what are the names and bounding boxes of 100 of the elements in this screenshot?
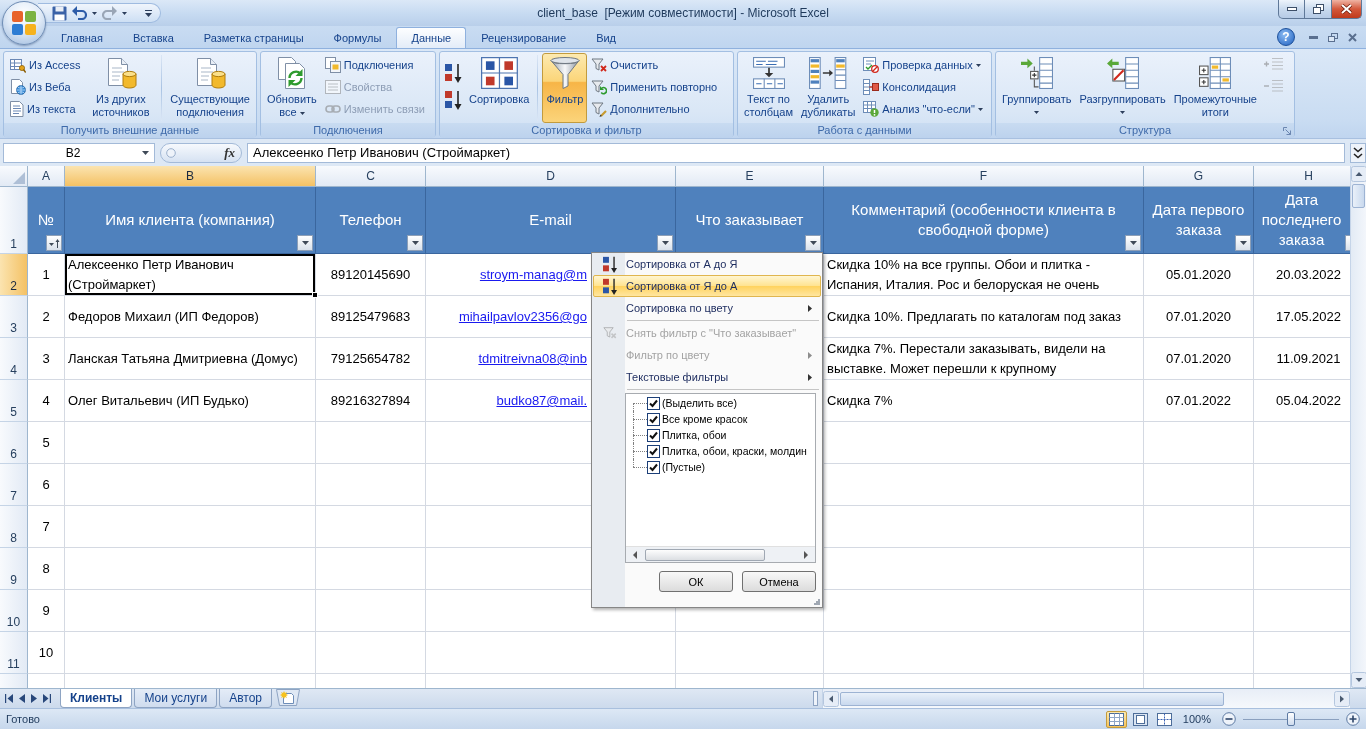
name-box[interactable]: B2 <box>3 142 155 163</box>
ribbon-button[interactable]: Дополнительно <box>587 98 722 120</box>
ribbon-button[interactable]: Текст по столбцам <box>740 53 797 123</box>
close-icon[interactable] <box>1348 32 1357 42</box>
caret-icon[interactable] <box>122 11 127 15</box>
last-arrow-icon[interactable] <box>43 694 51 703</box>
caret-icon[interactable] <box>142 150 149 155</box>
row-header[interactable]: 6 <box>0 422 28 464</box>
row-header[interactable]: 7 <box>0 464 28 506</box>
email-link[interactable]: tdmitreivna08@inb <box>478 351 587 366</box>
value-label[interactable]: (Выделить все) <box>662 397 737 409</box>
ribbon-tab[interactable]: Главная <box>46 27 118 48</box>
minimize-button[interactable] <box>1278 0 1305 19</box>
ribbon-button[interactable]: Сортировка <box>465 53 534 123</box>
ribbon-tab[interactable]: Разметка страницы <box>188 27 319 48</box>
scroll-left-icon[interactable] <box>823 690 839 707</box>
column-header[interactable]: G <box>1144 166 1254 187</box>
filter-button[interactable] <box>407 235 423 251</box>
filter-button[interactable] <box>297 235 313 251</box>
ribbon-tab[interactable]: Данные <box>396 27 467 48</box>
ribbon-tab[interactable]: Вставка <box>117 27 189 48</box>
ribbon-button[interactable]: Существующие подключения <box>166 53 254 123</box>
sheet-tab[interactable]: Автор <box>219 689 272 708</box>
caret-icon[interactable] <box>92 11 97 15</box>
dialog-launcher-icon[interactable] <box>1283 126 1291 135</box>
value-label[interactable]: Плитка, обои, краски, молдин <box>662 445 807 457</box>
scroll-right-icon[interactable] <box>1334 690 1350 707</box>
ribbon-button[interactable]: Из Веба <box>6 76 85 98</box>
ribbon-button[interactable]: Из Access <box>6 54 85 76</box>
sheet-tab[interactable]: Клиенты <box>60 689 133 708</box>
row-header[interactable]: 8 <box>0 506 28 548</box>
vertical-scrollbar[interactable] <box>1350 166 1366 688</box>
checkbox[interactable] <box>647 444 660 458</box>
ribbon-button[interactable]: Консолидация <box>859 76 987 98</box>
column-header[interactable]: B <box>65 166 316 187</box>
ribbon-tab[interactable]: Формулы <box>318 27 397 48</box>
menu-item[interactable]: Сортировка по цвету <box>593 297 821 319</box>
sort-descending-icon[interactable] <box>445 90 462 110</box>
save-icon[interactable] <box>52 5 67 21</box>
formula-field[interactable]: Алексеенко Петр Иванович (Строймаркет) <box>247 142 1345 163</box>
right-arrow-icon[interactable] <box>802 550 810 559</box>
value-label[interactable]: Все кроме красок <box>662 413 748 425</box>
sort-ascending-icon[interactable] <box>445 63 462 83</box>
undo-icon[interactable] <box>72 6 87 20</box>
ribbon-button[interactable]: Разгруппировать <box>1075 53 1170 123</box>
ribbon-button[interactable]: Обновить все <box>263 53 321 123</box>
sheet-tab[interactable]: Мои услуги <box>134 689 218 708</box>
menu-item[interactable]: Сортировка от Я до А <box>593 275 821 297</box>
row-header[interactable]: 11 <box>0 632 28 674</box>
selected-cell[interactable]: Алексеенко Петр Иванович (Строймаркет) <box>65 254 316 296</box>
email-link[interactable]: mihailpavlov2356@go <box>458 309 587 324</box>
column-header[interactable]: E <box>676 166 824 187</box>
row-header[interactable]: 10 <box>0 590 28 632</box>
value-label[interactable]: Плитка, обои <box>662 429 727 441</box>
ribbon-button[interactable]: Применить повторно <box>587 76 722 98</box>
ribbon-button[interactable]: Промежуточные итоги <box>1169 53 1261 123</box>
checkbox[interactable] <box>647 396 660 410</box>
slider-thumb[interactable] <box>1287 712 1295 726</box>
column-header[interactable]: F <box>824 166 1144 187</box>
left-arrow-icon[interactable] <box>19 694 25 703</box>
left-arrow-icon[interactable] <box>631 550 639 559</box>
filter-button[interactable] <box>46 235 62 251</box>
fill-handle[interactable] <box>312 292 318 298</box>
filter-button[interactable] <box>1235 235 1251 251</box>
close-button[interactable] <box>1332 0 1362 19</box>
new-sheet-icon[interactable] <box>276 689 300 706</box>
scroll-up-icon[interactable] <box>1351 166 1366 182</box>
checkbox[interactable] <box>647 460 660 474</box>
column-header[interactable]: A <box>28 166 65 187</box>
expand-formula-icon[interactable] <box>1350 142 1366 163</box>
menu-item[interactable]: Текстовые фильтры <box>593 366 821 388</box>
row-header[interactable]: 1 <box>0 187 28 254</box>
row-header[interactable]: 2 <box>0 254 28 296</box>
filter-values-list[interactable]: (Выделить все) Все кроме красок Плитка, обои Плитка, обои, краски, молдин (Пустые) <box>625 393 816 563</box>
restore-icon[interactable] <box>1328 32 1338 42</box>
ribbon-button[interactable]: Группировать <box>998 53 1076 123</box>
column-header[interactable]: H <box>1254 166 1350 187</box>
row-header[interactable]: 5 <box>0 380 28 422</box>
filter-button[interactable] <box>657 235 673 251</box>
scroll-down-icon[interactable] <box>1351 672 1366 688</box>
horizontal-scrollbar[interactable] <box>626 546 815 562</box>
ribbon-button[interactable]: Анализ "что-если" <box>859 98 987 120</box>
column-header[interactable]: D <box>426 166 676 187</box>
ribbon-tab[interactable]: Вид <box>581 27 632 48</box>
email-link[interactable]: stroym-manag@m <box>479 267 587 282</box>
ribbon-button[interactable]: Проверка данных <box>859 54 987 76</box>
checkbox[interactable] <box>647 412 660 426</box>
row-header[interactable]: 3 <box>0 296 28 338</box>
zoom-out-icon[interactable] <box>1222 712 1236 726</box>
filter-button[interactable] <box>805 235 821 251</box>
row-header[interactable]: 4 <box>0 338 28 380</box>
customize-icon[interactable] <box>145 9 152 17</box>
value-label[interactable]: (Пустые) <box>662 461 706 473</box>
restore-button[interactable] <box>1305 0 1332 19</box>
ribbon-button[interactable]: Из текста <box>6 98 85 120</box>
menu-item[interactable]: Сортировка от А до Я <box>593 253 821 275</box>
split-handle[interactable] <box>813 691 818 706</box>
filter-button[interactable] <box>1125 235 1141 251</box>
checkbox[interactable] <box>647 428 660 442</box>
zoom-in-icon[interactable] <box>1346 712 1360 726</box>
